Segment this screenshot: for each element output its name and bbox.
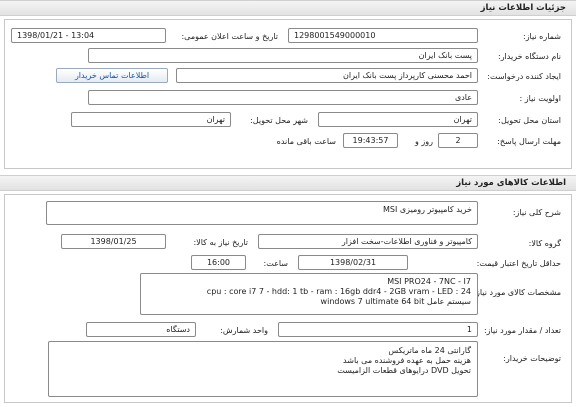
group-label: گروه کالا:	[528, 239, 561, 248]
creator-field: احمد محسنی کارپرداز پست بانک ایران	[176, 68, 478, 83]
creator-label: ایجاد کننده درخواست:	[487, 72, 561, 81]
notes-label: توضیحات خریدار:	[503, 354, 561, 363]
page-title: جزئیات اطلاعات نیاز	[480, 3, 566, 13]
city-field: تهران	[71, 112, 231, 127]
announce-label: تاریخ و ساعت اعلان عمومی:	[181, 32, 278, 41]
need-number-field: 1298001549000010	[288, 28, 478, 43]
announce-field: 1398/01/21 - 13:04	[11, 28, 166, 43]
notes-line: تحویل DVD درایوهای قطعات الزامیست	[337, 366, 471, 375]
spec-label: مشخصات کالای مورد نیاز:	[473, 288, 561, 297]
notes-line: گارانتی 24 ماه ماتریکس	[388, 346, 471, 355]
hour-field: 16:00	[191, 255, 246, 270]
summary-label: شرح کلی نیاز:	[512, 208, 561, 217]
qty-field: 1	[278, 322, 478, 337]
priority-label: اولویت نیاز :	[519, 94, 561, 103]
buyer-org-field: پست بانک ایران	[88, 48, 478, 63]
spec-line: cpu : core i7 7 - hdd: 1 tb - ram : 16gb…	[206, 287, 471, 296]
unit-field: دستگاه	[86, 322, 196, 337]
page-header: جزئیات اطلاعات نیاز	[0, 0, 576, 16]
need-date-label: تاریخ نیاز به کالا:	[193, 238, 248, 247]
buyer-org-label: نام دستگاه خریدار:	[498, 52, 561, 61]
city-label: شهر محل تحویل:	[250, 116, 308, 125]
need-number-label: شماره نیاز:	[523, 32, 561, 41]
deadline-days-field: 2	[438, 133, 478, 148]
deadline-days-unit: روز و	[415, 137, 433, 146]
deadline-label: مهلت ارسال پاسخ:	[497, 137, 561, 146]
spec-line: MSI PRO24 - 7NC - I7	[387, 277, 471, 286]
priority-field: عادی	[88, 90, 478, 105]
notes-line: هزینه حمل به عهده فروشنده می باشد	[343, 356, 471, 365]
deadline-time-suffix: ساعت باقی مانده	[276, 137, 336, 146]
goods-title: اطلاعات کالاهای مورد نیاز	[456, 178, 566, 188]
spec-line: سیستم عامل windows 7 ultimate 64 bit	[320, 297, 471, 306]
group-field: کامپیوتر و فناوری اطلاعات-سخت افزار	[258, 234, 478, 249]
need-date-field: 1398/01/25	[61, 234, 166, 249]
unit-label: واحد شمارش:	[220, 326, 268, 335]
spec-area: MSI PRO24 - 7NC - I7 cpu : core i7 7 - h…	[140, 273, 478, 315]
province-label: استان محل تحویل:	[498, 116, 561, 125]
summary-field: خرید کامپیوتر رومیزی MSI	[46, 201, 478, 225]
validity-label: حداقل تاریخ اعتبار قیمت:	[476, 259, 561, 268]
deadline-time-field: 19:43:57	[343, 133, 398, 148]
goods-header: اطلاعات کالاهای مورد نیاز	[0, 175, 576, 191]
validity-date-field: 1398/02/31	[298, 255, 408, 270]
province-field: تهران	[318, 112, 478, 127]
hour-label: ساعت:	[263, 259, 288, 268]
contact-buyer-button[interactable]: اطلاعات تماس خریدار	[56, 68, 168, 83]
notes-area: گارانتی 24 ماه ماتریکس هزینه حمل به عهده…	[48, 341, 478, 397]
qty-label: تعداد / مقدار مورد نیاز:	[483, 326, 561, 335]
